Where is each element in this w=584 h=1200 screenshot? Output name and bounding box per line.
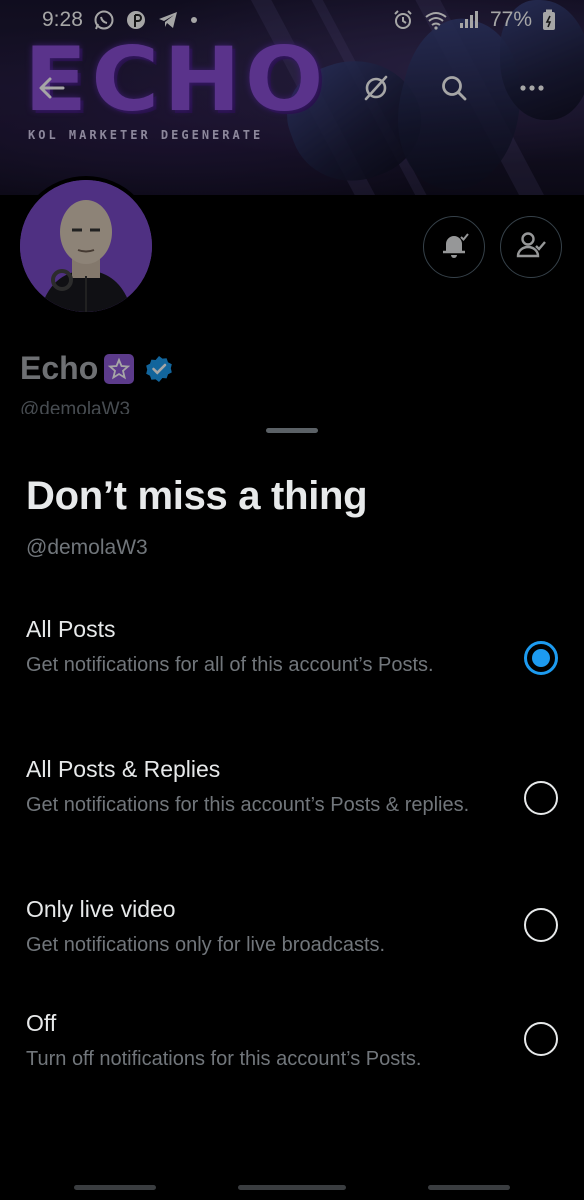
radio-all-posts-replies[interactable] (524, 781, 558, 815)
nav-back-button[interactable] (428, 1185, 510, 1190)
nav-home-button[interactable] (238, 1185, 346, 1190)
option-title: Only live video (26, 896, 176, 922)
notification-settings-sheet: Don’t miss a thing @demolaW3 All Posts G… (0, 414, 584, 1200)
sheet-grabber[interactable] (266, 428, 318, 433)
option-description: Get notifications for this account’s Pos… (26, 794, 470, 816)
option-description: Get notifications only for live broadcas… (26, 934, 386, 956)
radio-only-live-video[interactable] (524, 908, 558, 942)
option-description: Turn off notifications for this account’… (26, 1048, 422, 1070)
option-all-posts-replies[interactable]: All Posts & Replies Get notifications fo… (0, 756, 584, 856)
radio-all-posts[interactable] (524, 641, 558, 675)
option-title: Off (26, 1010, 57, 1036)
option-title: All Posts & Replies (26, 756, 221, 782)
screen: ECHO KOL MARKETER DEGENERATE 9:28 77% Ec… (0, 0, 584, 1200)
nav-recents-button[interactable] (74, 1185, 156, 1190)
option-all-posts[interactable]: All Posts Get notifications for all of t… (0, 616, 584, 716)
option-description: Get notifications for all of this accoun… (26, 654, 434, 676)
sheet-handle: @demolaW3 (26, 536, 148, 559)
radio-off[interactable] (524, 1022, 558, 1056)
option-only-live-video[interactable]: Only live video Get notifications only f… (0, 896, 584, 966)
option-title: All Posts (26, 616, 116, 642)
sheet-title: Don’t miss a thing (26, 474, 368, 518)
sheet-scrim[interactable] (0, 0, 584, 425)
option-off[interactable]: Off Turn off notifications for this acco… (0, 1010, 584, 1080)
